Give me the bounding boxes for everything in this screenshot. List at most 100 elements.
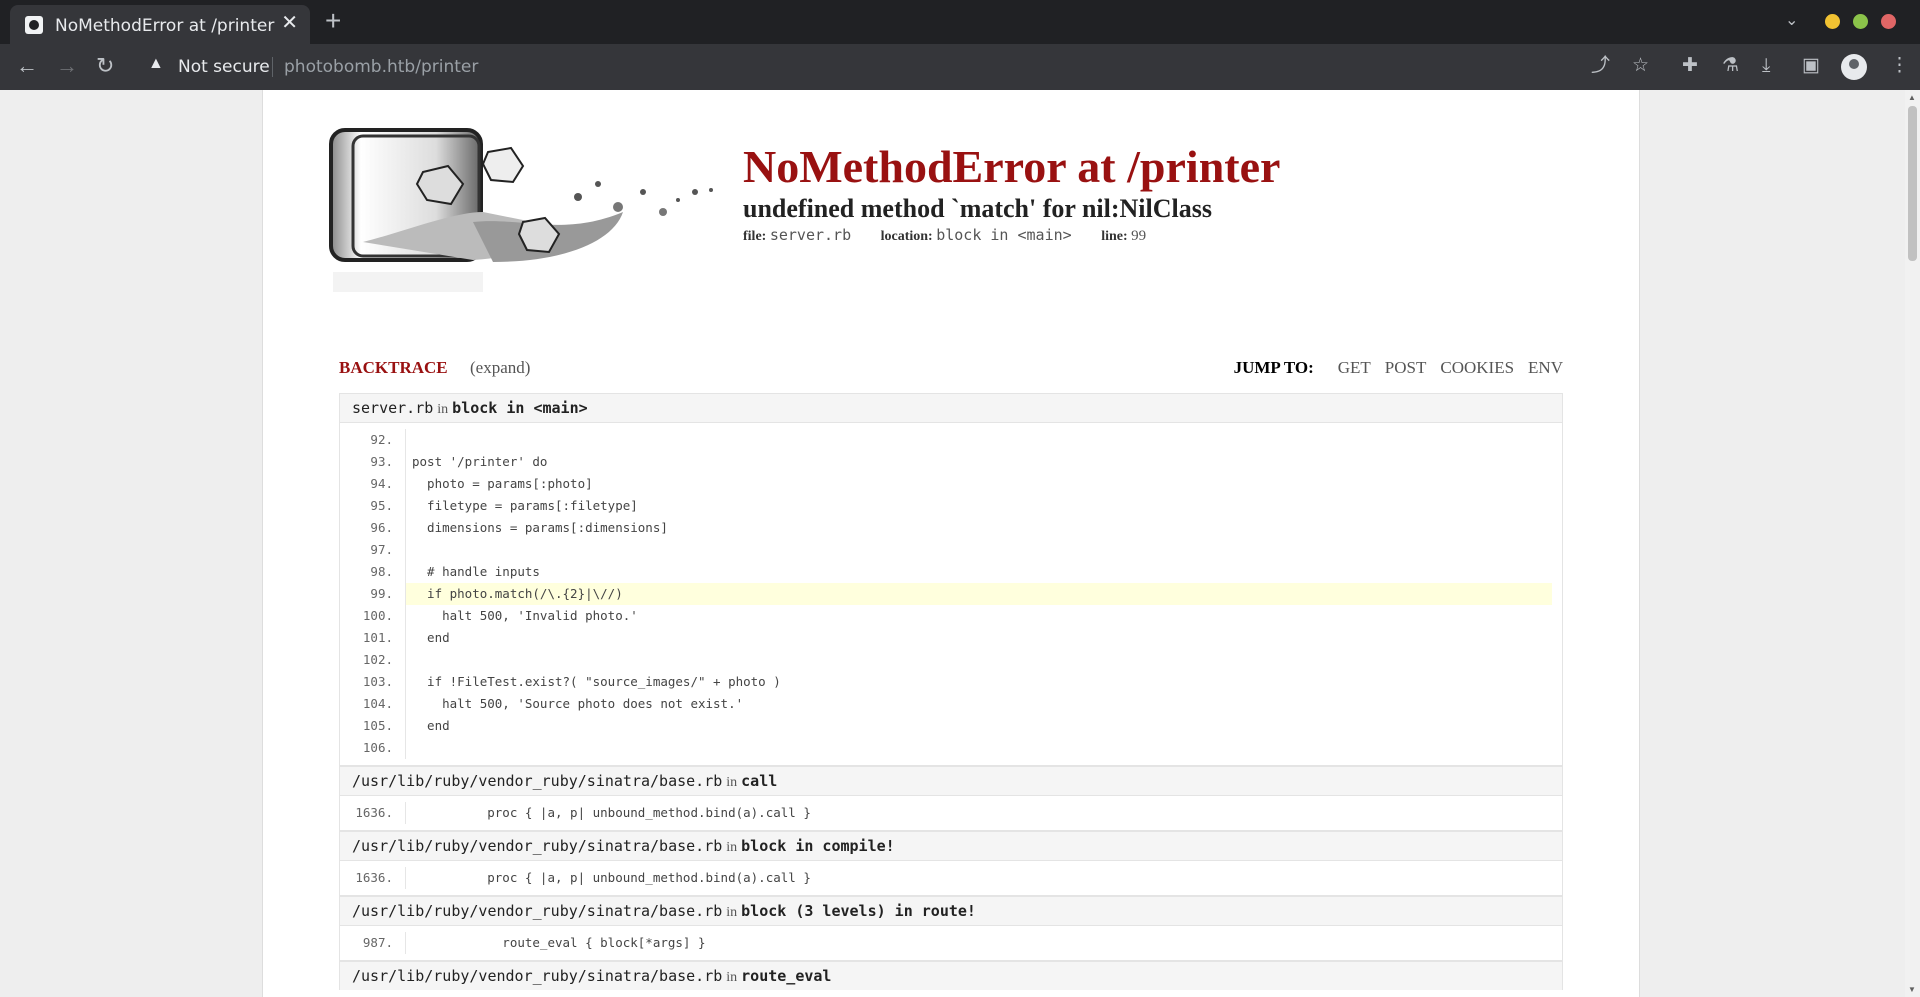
code-line: 106. [340,737,1562,759]
backtrace-title: BACKTRACE [339,358,448,377]
backtrace-expand-link[interactable]: (expand) [470,358,530,378]
highlighted-code-line: 99. if photo.match(/\.{2}|\//) [340,583,1562,605]
line-number: 106. [362,740,393,755]
jump-env-link[interactable]: ENV [1528,358,1563,377]
source-code: proc { |a, p| unbound_method.bind(a).cal… [405,867,1552,889]
source-code [405,649,1552,671]
tab-title: NoMethodError at /printer [55,16,275,36]
url-text[interactable]: photobomb.htb/printer [284,57,478,77]
labs-flask-icon[interactable]: ⚗ [1722,54,1739,78]
minimize-window-button[interactable] [1825,14,1840,29]
source-code: halt 500, 'Invalid photo.' [405,605,1552,627]
back-arrow-icon[interactable]: ← [16,53,38,79]
not-secure-label[interactable]: Not secure [178,57,270,77]
frame-file: /usr/lib/ruby/vendor_ruby/sinatra/base.r… [352,772,723,790]
source-code: proc { |a, p| unbound_method.bind(a).cal… [405,802,1552,824]
jump-post-link[interactable]: POST [1385,358,1427,377]
warning-icon: ▲ [148,55,164,72]
frame-file: /usr/lib/ruby/vendor_ruby/sinatra/base.r… [352,902,723,920]
line-number: 101. [362,630,393,645]
code-line: 94. photo = params[:photo] [340,473,1562,495]
line-number: 98. [370,564,393,579]
new-tab-button[interactable]: + [325,6,341,36]
error-page: NoMethodError at /printer undefined meth… [262,90,1640,997]
frame-header[interactable]: server.rb in block in <main> [339,393,1563,422]
code-line: 101. end [340,627,1562,649]
source-code: # handle inputs [405,561,1552,583]
active-tab[interactable]: NoMethodError at /printer ✕ [10,5,310,44]
scroll-down-arrow-icon[interactable]: ▼ [1908,985,1916,994]
code-line: 100. halt 500, 'Invalid photo.' [340,605,1562,627]
line-number: 104. [362,696,393,711]
line-number: 103. [362,674,393,689]
code-line: 1636. proc { |a, p| unbound_method.bind(… [340,802,1562,824]
profile-avatar-icon[interactable] [1841,54,1867,80]
frame-header[interactable]: /usr/lib/ruby/vendor_ruby/sinatra/base.r… [339,831,1563,860]
bookmark-star-icon[interactable]: ☆ [1632,54,1649,78]
frame-in-label: in [726,970,738,985]
source-code [405,539,1552,561]
source-code: filetype = params[:filetype] [405,495,1552,517]
forward-arrow-icon[interactable]: → [56,53,78,79]
line-number: 100. [362,608,393,623]
page-viewport: NoMethodError at /printer undefined meth… [0,90,1920,997]
extensions-icon[interactable]: ✚ [1682,54,1698,78]
backtrace-header: BACKTRACE (expand) JUMP TO: GET POST COOKIE… [339,358,1563,382]
source-code [405,429,1552,451]
file-label: file: [743,229,767,244]
line-number: 102. [362,652,393,667]
source-code: end [405,627,1552,649]
frame-header[interactable]: /usr/lib/ruby/vendor_ruby/sinatra/base.r… [339,896,1563,925]
code-line: 97. [340,539,1562,561]
source-code: halt 500, 'Source photo does not exist.' [405,693,1552,715]
url-path: /printer [415,57,479,77]
frame-in-label: in [726,775,738,790]
code-line: 103. if !FileTest.exist?( "source_images… [340,671,1562,693]
error-meta: file: server.rb location: block in <main… [743,226,1172,245]
frame-code-block: 987. route_eval { block[*args] } [339,925,1563,961]
line-value: 99 [1131,228,1147,244]
url-host: photobomb.htb [284,57,416,77]
jump-get-link[interactable]: GET [1338,358,1371,377]
maximize-window-button[interactable] [1853,14,1868,29]
scrollbar-thumb[interactable] [1908,106,1917,261]
frame-context: block in compile! [741,837,895,855]
frame-context: block (3 levels) in route! [741,902,976,920]
source-code: if photo.match(/\.{2}|\//) [405,583,1552,605]
code-line: 1636. proc { |a, p| unbound_method.bind(… [340,867,1562,889]
line-number: 1636. [355,805,393,820]
side-panel-icon[interactable]: ▣ [1802,54,1820,78]
line-number: 1636. [355,870,393,885]
source-code: post '/printer' do [405,451,1552,473]
frame-code-block: 92. 93. post '/printer' do 94. photo = para… [339,422,1563,766]
scroll-up-arrow-icon[interactable]: ▲ [1908,93,1916,102]
download-icon[interactable]: ⤓ [1762,54,1770,78]
frame-context: block in <main> [452,399,588,417]
backtrace-frames: server.rb in block in <main> 92. 93. post '/p… [339,393,1563,990]
source-code [405,737,1552,759]
error-title: NoMethodError at /printer [743,141,1281,192]
error-message: undefined method `match' for nil:NilClas… [743,194,1212,223]
frame-header[interactable]: /usr/lib/ruby/vendor_ruby/sinatra/base.r… [339,961,1563,990]
close-tab-icon[interactable]: ✕ [281,13,298,33]
line-number: 105. [362,718,393,733]
source-code: route_eval { block[*args] } [405,932,1552,954]
menu-kebab-icon[interactable]: ⋮ [1890,54,1909,78]
code-line: 93. post '/printer' do [340,451,1562,473]
vertical-scrollbar[interactable]: ▲ ▼ [1905,90,1920,997]
address-bar[interactable]: ▲ Not secure photobomb.htb/printer [140,51,1560,83]
code-line: 987. route_eval { block[*args] } [340,932,1562,954]
line-number: 93. [370,454,393,469]
reload-icon[interactable]: ↻ [96,53,114,79]
line-number: 96. [370,520,393,535]
frame-file: server.rb [352,399,434,417]
frame-header[interactable]: /usr/lib/ruby/vendor_ruby/sinatra/base.r… [339,766,1563,795]
share-icon[interactable]: ⤴ [1591,54,1610,78]
line-number: 95. [370,498,393,513]
source-code: photo = params[:photo] [405,473,1552,495]
tab-search-icon[interactable]: ⌄ [1785,10,1798,30]
browser-toolbar: ← → ↻ ▲ Not secure photobomb.htb/printer… [0,44,1920,90]
line-number: 987. [362,935,393,950]
close-window-button[interactable] [1881,14,1896,29]
jump-cookies-link[interactable]: COOKIES [1440,358,1514,377]
